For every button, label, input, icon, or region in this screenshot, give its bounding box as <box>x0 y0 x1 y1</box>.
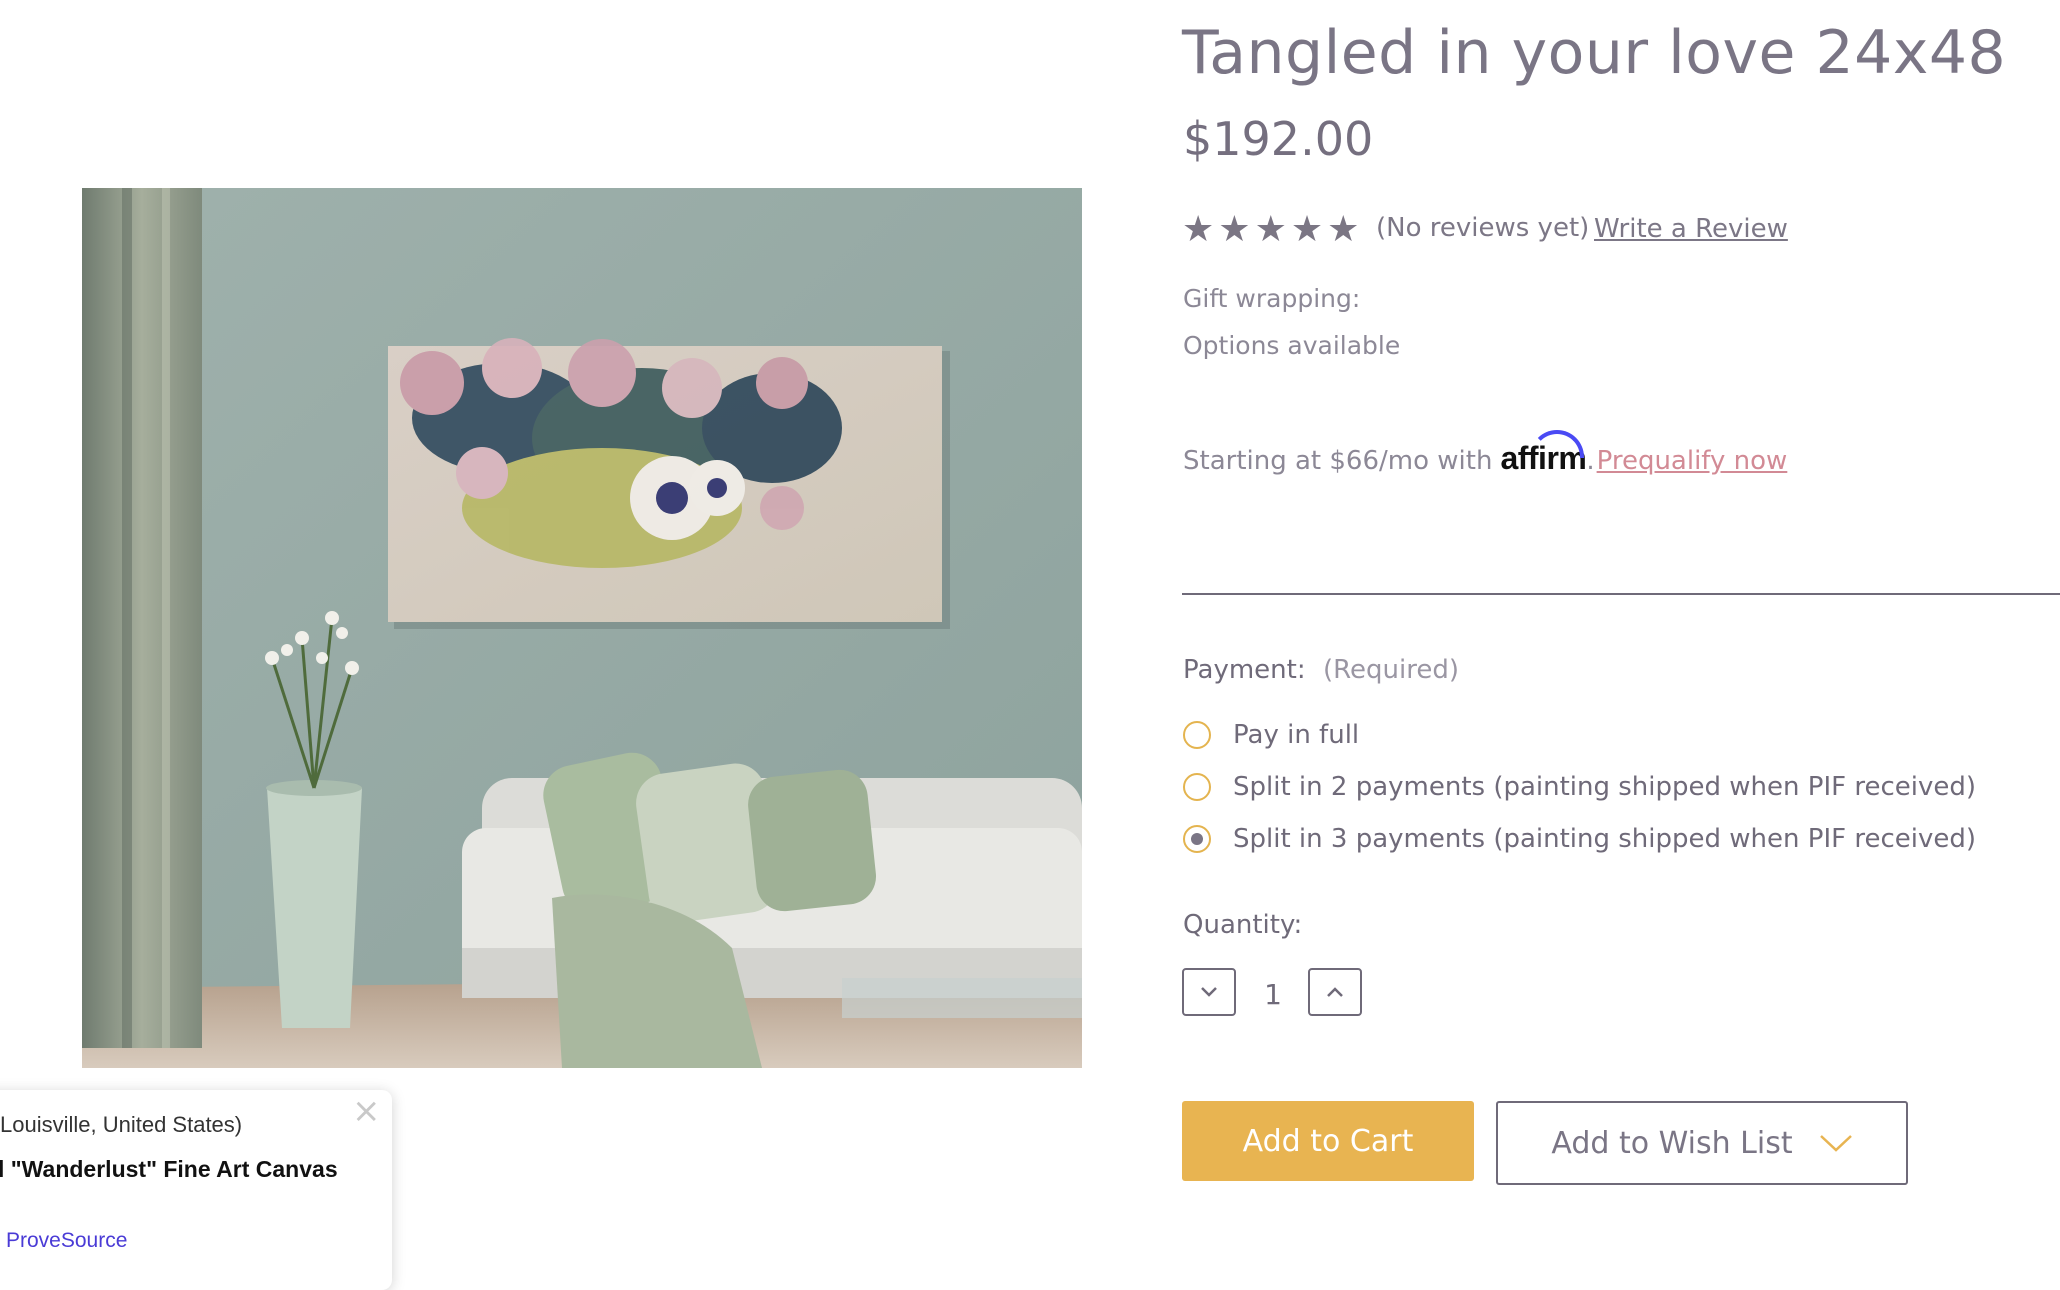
write-review-link[interactable]: Write a Review <box>1594 214 1788 244</box>
add-to-cart-label: Add to Cart <box>1242 1123 1414 1159</box>
payment-option-pay-in-full[interactable]: Pay in full <box>1183 720 1359 750</box>
add-to-cart-button[interactable]: Add to Cart <box>1182 1101 1474 1181</box>
prequalify-link[interactable]: Prequalify now <box>1597 446 1788 476</box>
product-price: $192.00 <box>1183 112 1374 166</box>
radio-button-selected[interactable] <box>1183 825 1211 853</box>
payment-option-split-3[interactable]: Split in 3 payments (painting shipped wh… <box>1183 824 1976 854</box>
star-icon: ★ <box>1182 209 1215 250</box>
radio-button[interactable] <box>1183 721 1211 749</box>
gift-wrapping-label: Gift wrapping: <box>1183 284 1361 313</box>
provesource-brand-link[interactable]: ProveSource <box>6 1229 127 1253</box>
payment-required-text: (Required) <box>1323 655 1460 685</box>
affirm-promo: Starting at $66/mo with affirm . Prequal… <box>1183 430 1788 477</box>
quantity-increase-button[interactable] <box>1308 968 1362 1016</box>
payment-option-split-2[interactable]: Split in 2 payments (painting shipped wh… <box>1183 772 1976 802</box>
section-divider <box>1182 593 2060 595</box>
radio-button[interactable] <box>1183 773 1211 801</box>
chevron-down-icon <box>1201 987 1217 997</box>
star-icon: ★ <box>1290 209 1324 250</box>
gift-wrapping-value: Options available <box>1183 331 1401 360</box>
payment-option-label: Pay in full <box>1233 720 1360 750</box>
affirm-text: Starting at $66/mo with <box>1183 446 1493 476</box>
provesource-label: ProveSource <box>6 1229 128 1252</box>
star-icon: ★ <box>1218 209 1251 250</box>
product-image[interactable] <box>82 188 1082 1068</box>
affirm-logo: affirm <box>1500 430 1587 477</box>
affirm-separator: . <box>1586 446 1595 476</box>
product-photo-graphic <box>82 188 1082 1068</box>
quantity-decrease-button[interactable] <box>1182 968 1236 1016</box>
popup-location-text: Louisville, United States) <box>0 1112 243 1137</box>
quantity-label: Quantity: <box>1183 910 1303 940</box>
payment-option-label: Split in 2 payments (painting shipped wh… <box>1233 772 1976 802</box>
quantity-value[interactable]: 1 <box>1260 978 1286 1011</box>
rating-stars: ★ ★ ★ ★ ★ <box>1182 212 1359 248</box>
payment-label: Payment: <box>1183 655 1306 685</box>
star-icon: ★ <box>1254 209 1287 250</box>
review-count-text: (No reviews yet) <box>1376 213 1590 243</box>
chevron-up-icon <box>1327 987 1343 997</box>
add-to-wishlist-label: Add to Wish List <box>1551 1125 1793 1161</box>
affirm-logo-arc <box>1530 430 1585 458</box>
popup-product-text: l "Wanderlust" Fine Art Canvas <box>0 1156 338 1182</box>
payment-option-label: Split in 3 payments (painting shipped wh… <box>1233 824 1976 854</box>
product-title: Tangled in your love 24x48 <box>1182 18 2007 88</box>
star-icon: ★ <box>1327 209 1360 250</box>
add-to-wishlist-button[interactable]: Add to Wish List <box>1496 1101 1908 1185</box>
chevron-down-icon <box>1819 1135 1852 1152</box>
close-icon[interactable]: × <box>352 1094 381 1128</box>
